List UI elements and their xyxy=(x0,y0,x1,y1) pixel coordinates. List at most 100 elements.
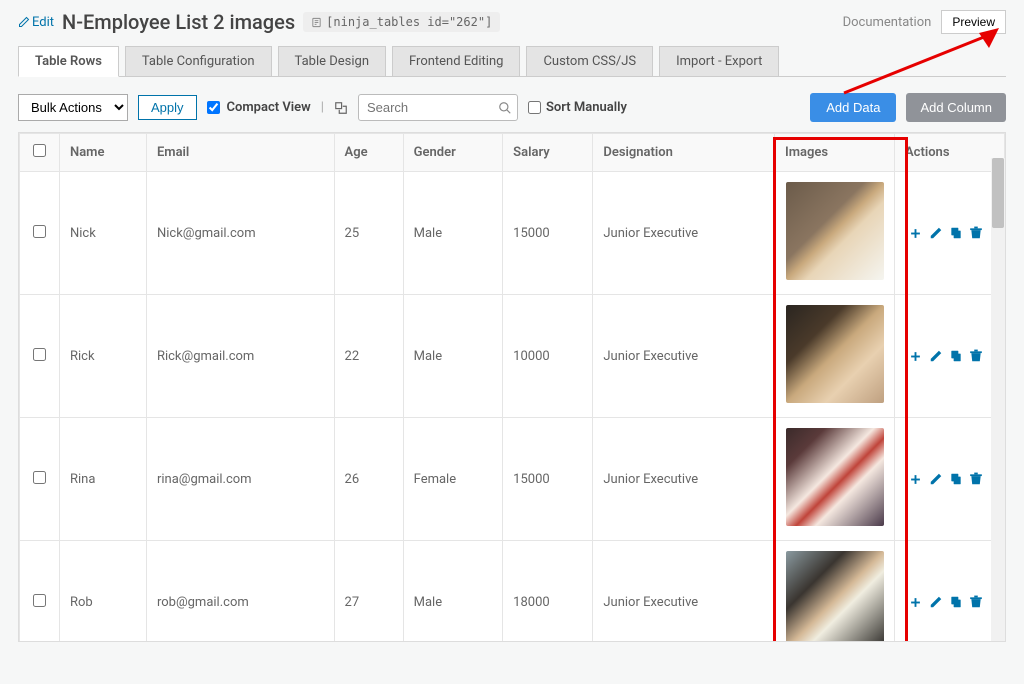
add-icon[interactable] xyxy=(908,472,923,487)
compact-view-toggle[interactable]: Compact View xyxy=(207,100,311,115)
separator: | xyxy=(321,100,324,115)
select-all-checkbox[interactable] xyxy=(33,144,46,157)
trash-icon[interactable] xyxy=(969,472,983,486)
column-header-images[interactable]: Images xyxy=(775,134,895,172)
cell-name: Rob xyxy=(60,541,147,643)
column-header-email[interactable]: Email xyxy=(146,134,334,172)
column-header-age[interactable]: Age xyxy=(334,134,403,172)
preview-button[interactable]: Preview xyxy=(941,10,1006,34)
search-input[interactable] xyxy=(358,94,518,121)
add-data-button[interactable]: Add Data xyxy=(810,93,896,122)
copy-icon[interactable] xyxy=(949,472,963,486)
cell-image xyxy=(775,295,895,418)
add-icon[interactable] xyxy=(908,595,923,610)
cell-salary: 15000 xyxy=(503,418,593,541)
cell-age: 26 xyxy=(334,418,403,541)
edit-link[interactable]: Edit xyxy=(18,15,54,30)
tabs: Table RowsTable ConfigurationTable Desig… xyxy=(18,46,1006,77)
compact-view-checkbox[interactable] xyxy=(207,101,220,114)
page-title: N-Employee List 2 images xyxy=(62,10,295,34)
cell-email: rina@gmail.com xyxy=(146,418,334,541)
expand-icon[interactable] xyxy=(334,101,348,115)
cell-image xyxy=(775,418,895,541)
cell-image xyxy=(775,172,895,295)
trash-icon[interactable] xyxy=(969,349,983,363)
shortcode-text: [ninja_tables id="262"] xyxy=(326,15,492,29)
pencil-icon[interactable] xyxy=(929,472,943,486)
cell-name: Rina xyxy=(60,418,147,541)
tab-import-export[interactable]: Import - Export xyxy=(659,46,779,76)
tab-frontend-editing[interactable]: Frontend Editing xyxy=(392,46,520,76)
column-header-salary[interactable]: Salary xyxy=(503,134,593,172)
cell-designation: Junior Executive xyxy=(593,418,775,541)
column-header-gender[interactable]: Gender xyxy=(403,134,503,172)
document-icon xyxy=(311,17,322,28)
column-header-designation[interactable]: Designation xyxy=(593,134,775,172)
sort-manually-toggle[interactable]: Sort Manually xyxy=(528,100,627,115)
row-checkbox[interactable] xyxy=(33,225,46,238)
employee-image xyxy=(786,551,884,642)
data-table: NameEmailAgeGenderSalaryDesignationImage… xyxy=(19,133,1005,642)
column-header-actions[interactable]: Actions xyxy=(895,134,1005,172)
row-checkbox[interactable] xyxy=(33,594,46,607)
table-row: Rina rina@gmail.com 26 Female 15000 Juni… xyxy=(20,418,1005,541)
pencil-icon[interactable] xyxy=(929,595,943,609)
add-column-button[interactable]: Add Column xyxy=(906,93,1006,122)
cell-actions xyxy=(895,541,1005,643)
cell-actions xyxy=(895,295,1005,418)
apply-button[interactable]: Apply xyxy=(138,95,197,120)
pencil-icon xyxy=(18,16,30,28)
sort-manually-checkbox[interactable] xyxy=(528,101,541,114)
scrollbar[interactable] xyxy=(991,158,1005,641)
cell-image xyxy=(775,541,895,643)
cell-salary: 18000 xyxy=(503,541,593,643)
cell-designation: Junior Executive xyxy=(593,172,775,295)
tab-table-configuration[interactable]: Table Configuration xyxy=(125,46,272,76)
compact-view-label: Compact View xyxy=(227,100,311,115)
cell-age: 27 xyxy=(334,541,403,643)
cell-age: 22 xyxy=(334,295,403,418)
pencil-icon[interactable] xyxy=(929,226,943,240)
shortcode-box[interactable]: [ninja_tables id="262"] xyxy=(303,12,500,32)
cell-designation: Junior Executive xyxy=(593,295,775,418)
cell-gender: Female xyxy=(403,418,503,541)
tab-table-design[interactable]: Table Design xyxy=(278,46,386,76)
bulk-actions-select[interactable]: Bulk Actions xyxy=(18,94,128,121)
cell-gender: Male xyxy=(403,295,503,418)
cell-salary: 15000 xyxy=(503,172,593,295)
table-row: Nick Nick@gmail.com 25 Male 15000 Junior… xyxy=(20,172,1005,295)
cell-designation: Junior Executive xyxy=(593,541,775,643)
row-checkbox[interactable] xyxy=(33,471,46,484)
column-header-name[interactable]: Name xyxy=(60,134,147,172)
table-row: Rob rob@gmail.com 27 Male 18000 Junior E… xyxy=(20,541,1005,643)
documentation-link[interactable]: Documentation xyxy=(843,15,932,30)
cell-name: Nick xyxy=(60,172,147,295)
trash-icon[interactable] xyxy=(969,226,983,240)
add-icon[interactable] xyxy=(908,349,923,364)
cell-actions xyxy=(895,418,1005,541)
search-icon[interactable] xyxy=(498,101,512,115)
edit-label: Edit xyxy=(32,15,54,30)
cell-actions xyxy=(895,172,1005,295)
cell-salary: 10000 xyxy=(503,295,593,418)
cell-gender: Male xyxy=(403,172,503,295)
employee-image xyxy=(786,182,884,280)
scrollbar-thumb[interactable] xyxy=(992,158,1004,228)
add-icon[interactable] xyxy=(908,226,923,241)
copy-icon[interactable] xyxy=(949,595,963,609)
cell-age: 25 xyxy=(334,172,403,295)
sort-manually-label: Sort Manually xyxy=(546,100,627,115)
tab-custom-css-js[interactable]: Custom CSS/JS xyxy=(526,46,653,76)
cell-email: rob@gmail.com xyxy=(146,541,334,643)
trash-icon[interactable] xyxy=(969,595,983,609)
cell-email: Rick@gmail.com xyxy=(146,295,334,418)
tab-table-rows[interactable]: Table Rows xyxy=(18,46,119,77)
copy-icon[interactable] xyxy=(949,349,963,363)
pencil-icon[interactable] xyxy=(929,349,943,363)
employee-image xyxy=(786,428,884,526)
toolbar: Bulk Actions Apply Compact View | Sort M… xyxy=(18,93,1006,122)
row-checkbox[interactable] xyxy=(33,348,46,361)
copy-icon[interactable] xyxy=(949,226,963,240)
cell-name: Rick xyxy=(60,295,147,418)
table-row: Rick Rick@gmail.com 22 Male 10000 Junior… xyxy=(20,295,1005,418)
